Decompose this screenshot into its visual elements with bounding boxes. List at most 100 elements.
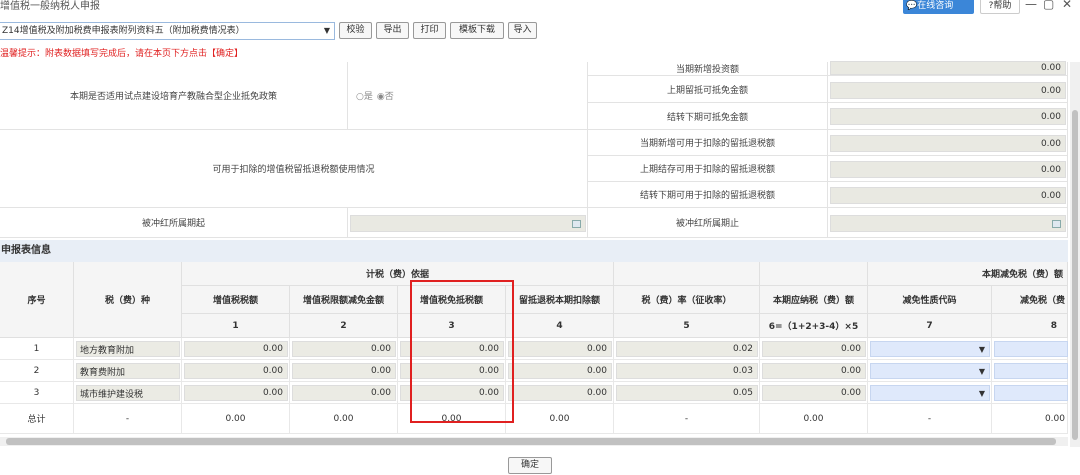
carry-credit-value[interactable]: 0.00 (830, 108, 1066, 125)
refund-deduct-input[interactable]: 0.00 (508, 363, 612, 379)
col-vat-header: 增值税税额 (182, 286, 290, 314)
prev-credit-value[interactable]: 0.00 (830, 82, 1066, 99)
rate-value: 0.03 (616, 363, 758, 379)
chevron-down-icon: ▼ (978, 366, 985, 376)
chat-icon: 💬 (906, 1, 918, 11)
relief-code-select[interactable]: ▼ (870, 341, 990, 357)
prev-refund-label: 上期结存可用于扣除的留抵退税额 (588, 156, 828, 182)
prev-credit-label: 上期留抵可抵免金额 (588, 76, 828, 103)
chevron-down-icon: ▼ (323, 26, 330, 35)
col-payable-header: 本期应纳税（费）额 (760, 286, 868, 314)
pilot-policy-label: 本期是否适用试点建设培育产教融合型企业抵免政策 (0, 62, 348, 130)
vertical-scrollbar[interactable] (1070, 62, 1080, 447)
row-seq: 1 (0, 338, 74, 360)
restore-icon[interactable]: ▢ (1043, 0, 1054, 11)
help-button[interactable]: ?帮助 (980, 0, 1020, 14)
row-seq: 2 (0, 360, 74, 382)
row-seq: 3 (0, 382, 74, 404)
radio-yes[interactable]: ○是 (356, 89, 373, 102)
section-title: 申报表信息 (0, 240, 1068, 262)
calendar-icon[interactable] (572, 220, 581, 228)
new-refund-label: 当期新增可用于扣除的留抵退税额 (588, 130, 828, 156)
radio-no[interactable]: ◉否 (377, 89, 394, 102)
col-rate-header: 税（费）率（征收率） (614, 286, 760, 314)
col-num-7: 7 (868, 314, 992, 338)
total-reduce: 0.00 (290, 404, 398, 434)
vat-reduce-input[interactable]: 0.00 (292, 363, 396, 379)
vat-reduce-input[interactable]: 0.00 (292, 341, 396, 357)
toolbar: Z14增值税及附加税费申报表附列资料五（附加税费情况表） ▼ 校验 导出 打印 … (0, 20, 1080, 42)
prev-refund-value[interactable]: 0.00 (830, 161, 1066, 178)
invest-label: 当期新增投资额 (588, 62, 828, 76)
confirm-button[interactable]: 确定 (508, 457, 552, 474)
col-relief-amount-header: 减免税（费 (992, 286, 1068, 314)
highlight-box (410, 280, 514, 423)
carry-refund-value[interactable]: 0.00 (830, 187, 1066, 204)
relief-code-select[interactable]: ▼ (870, 363, 990, 379)
total-tax: - (74, 404, 182, 434)
carry-refund-label: 结转下期可用于扣除的留抵退税额 (588, 182, 828, 208)
carry-credit-label: 结转下期可抵免金额 (588, 103, 828, 130)
rate-value: 0.02 (616, 341, 758, 357)
row-tax-name: 地方教育附加 (76, 341, 180, 357)
group-basis-header: 计税（费）依据 (182, 262, 614, 286)
row-tax-name: 城市维护建设税 (76, 385, 180, 401)
relief-amount-input[interactable] (994, 341, 1068, 357)
rate-value: 0.05 (616, 385, 758, 401)
total-code: - (868, 404, 992, 434)
relief-code-select[interactable]: ▼ (870, 385, 990, 401)
minimize-icon[interactable]: — (1025, 0, 1037, 11)
refund-deduct-input[interactable]: 0.00 (508, 341, 612, 357)
col-num-2: 2 (290, 314, 398, 338)
scroll-thumb[interactable] (6, 438, 1056, 445)
vat-input[interactable]: 0.00 (184, 363, 288, 379)
print-button[interactable]: 打印 (413, 22, 446, 39)
period-end-label: 被冲红所属期止 (588, 208, 828, 238)
col-seq-header: 序号 (0, 262, 74, 338)
vat-input[interactable]: 0.00 (184, 385, 288, 401)
relief-amount-input[interactable] (994, 385, 1068, 401)
payable-value: 0.00 (762, 341, 866, 357)
title-bar: 增值税一般纳税人申报 💬在线咨询 ?帮助 — ▢ ✕ (0, 0, 1080, 16)
export-button[interactable]: 导出 (376, 22, 409, 39)
chevron-down-icon: ▼ (978, 344, 985, 354)
import-button[interactable]: 导入 (508, 22, 537, 39)
calendar-icon[interactable] (1052, 220, 1061, 228)
vat-reduce-input[interactable]: 0.00 (292, 385, 396, 401)
vat-input[interactable]: 0.00 (184, 341, 288, 357)
total-amount: 0.00 (992, 404, 1068, 434)
new-refund-value[interactable]: 0.00 (830, 135, 1066, 152)
col-num-1: 1 (182, 314, 290, 338)
online-consult-button[interactable]: 💬在线咨询 (903, 0, 974, 14)
row-tax-name: 教育费附加 (76, 363, 180, 379)
close-icon[interactable]: ✕ (1062, 0, 1072, 11)
col-tax-header: 税（费）种 (74, 262, 182, 338)
total-vat: 0.00 (182, 404, 290, 434)
tip-text: 温馨提示：附表数据填写完成后，请在本页下方点击【确定】 (0, 49, 244, 59)
col-num-5: 5 (614, 314, 760, 338)
total-rate: - (614, 404, 760, 434)
total-label: 总计 (0, 404, 74, 434)
col-refund-deduct-header: 留抵退税本期扣除额 (506, 286, 614, 314)
refund-deduct-input[interactable]: 0.00 (508, 385, 612, 401)
col-vat-reduce-header: 增值税限额减免金额 (290, 286, 398, 314)
total-deduct: 0.00 (506, 404, 614, 434)
period-end-input[interactable] (830, 215, 1066, 232)
refund-usage-label: 可用于扣除的增值税留抵退税额使用情况 (0, 130, 588, 208)
period-start-input[interactable] (350, 215, 586, 232)
form-select[interactable]: Z14增值税及附加税费申报表附列资料五（附加税费情况表） ▼ (0, 22, 335, 40)
col-relief-code-header: 减免性质代码 (868, 286, 992, 314)
relief-amount-input[interactable] (994, 363, 1068, 379)
pilot-radio-group: ○是 ◉否 (348, 62, 588, 130)
invest-value[interactable]: 0.00 (830, 61, 1066, 75)
payable-value: 0.00 (762, 363, 866, 379)
window-title: 增值税一般纳税人申报 (0, 1, 100, 12)
validate-button[interactable]: 校验 (339, 22, 372, 39)
horizontal-scrollbar[interactable] (0, 437, 1068, 446)
period-start-label: 被冲红所属期起 (0, 208, 348, 238)
group-relief-header: 本期减免税（费）额 (868, 262, 1068, 286)
col-num-4: 4 (506, 314, 614, 338)
template-download-button[interactable]: 模板下载 (450, 22, 504, 39)
scroll-thumb[interactable] (1072, 110, 1078, 440)
col-num-6: 6=（1+2+3-4）×5 (760, 314, 868, 338)
